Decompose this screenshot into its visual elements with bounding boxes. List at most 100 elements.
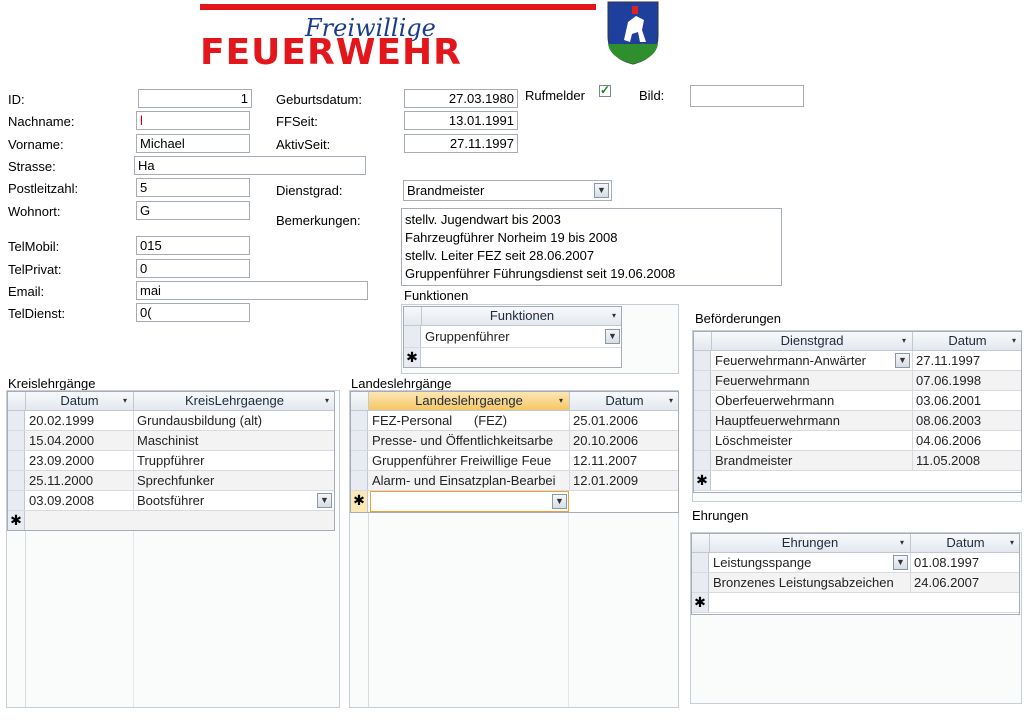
row-selector[interactable]: [8, 451, 25, 470]
datum-cell[interactable]: 25.01.2006: [570, 411, 678, 430]
kreis-header-lehrgang[interactable]: KreisLehrgaenge ▾: [134, 392, 334, 411]
select-all-corner[interactable]: [404, 307, 422, 326]
chevron-down-icon[interactable]: ▼: [895, 353, 910, 368]
datum-cell[interactable]: 23.09.2000: [26, 451, 134, 470]
sort-icon[interactable]: ▾: [902, 332, 906, 350]
funktionen-grid[interactable]: Funktionen ▾ Gruppenführer ▼ ✱: [403, 306, 622, 368]
ffseit-field[interactable]: 13.01.1991: [404, 111, 518, 130]
sort-icon[interactable]: ▾: [325, 392, 329, 410]
row-selector[interactable]: [8, 431, 25, 450]
dienstgrad-cell[interactable]: Hauptfeuerwehrmann: [712, 411, 913, 430]
row-selector[interactable]: [351, 411, 368, 430]
dienstgrad-cell[interactable]: Brandmeister: [712, 451, 913, 470]
telmobil-field[interactable]: 015: [136, 236, 250, 255]
dienstgrad-cell[interactable]: Feuerwehrmann-Anwärter: [712, 351, 913, 370]
funktionen-column-header[interactable]: Funktionen ▾: [422, 307, 621, 326]
ehrung-cell[interactable]: Bronzenes Leistungsabzeichen: [710, 573, 911, 592]
select-all-corner[interactable]: [692, 534, 710, 553]
datum-cell[interactable]: 03.09.2008: [26, 491, 134, 510]
lehrgang-cell[interactable]: Bootsführer: [134, 491, 334, 510]
table-row[interactable]: 25.11.2000 Sprechfunker: [8, 471, 334, 491]
sort-icon[interactable]: ▾: [669, 392, 673, 410]
select-all-corner[interactable]: [694, 332, 712, 351]
table-row[interactable]: Gruppenführer ▼: [404, 326, 621, 348]
new-lehrgang-input[interactable]: [370, 491, 569, 512]
datum-cell[interactable]: 25.11.2000: [26, 471, 134, 490]
row-selector[interactable]: [694, 391, 711, 410]
table-row[interactable]: 03.09.2008 Bootsführer ▼: [8, 491, 334, 511]
row-selector[interactable]: [351, 451, 368, 470]
datum-cell[interactable]: 03.06.2001: [913, 391, 1021, 410]
befoerderungen-grid[interactable]: Dienstgrad ▾ Datum ▾ Feuerwehrmann-Anwärte…: [693, 331, 1022, 493]
table-row[interactable]: Brandmeister 11.05.2008: [694, 451, 1021, 471]
row-selector[interactable]: [8, 471, 25, 490]
table-row[interactable]: Leistungsspange ▼ 01.08.1997: [692, 553, 1019, 573]
landes-header-datum[interactable]: Datum ▾: [570, 392, 678, 411]
row-selector[interactable]: [694, 431, 711, 450]
row-selector[interactable]: [351, 431, 368, 450]
dienstgrad-combo[interactable]: Brandmeister ▼: [403, 180, 612, 201]
datum-cell[interactable]: 27.11.1997: [913, 351, 1021, 370]
new-row[interactable]: ✱: [404, 348, 621, 367]
chevron-down-icon[interactable]: ▼: [552, 494, 567, 509]
table-row[interactable]: 20.02.1999 Grundausbildung (alt): [8, 411, 334, 431]
dienstgrad-cell[interactable]: Oberfeuerwehrmann: [712, 391, 913, 410]
table-row[interactable]: Feuerwehrmann 07.06.1998: [694, 371, 1021, 391]
datum-cell[interactable]: 15.04.2000: [26, 431, 134, 450]
lehrgang-cell[interactable]: Alarm- und Einsatzplan-Bearbei: [369, 471, 570, 490]
kreis-header-datum[interactable]: Datum ▾: [26, 392, 134, 411]
new-row[interactable]: ✱: [694, 471, 1021, 491]
wohnort-field[interactable]: G: [136, 201, 250, 220]
new-row[interactable]: ✱: [8, 511, 334, 530]
ehrungen-grid[interactable]: Ehrungen ▾ Datum ▾ Leistungsspange ▼ 01.08…: [691, 533, 1020, 615]
aktivseit-field[interactable]: 27.11.1997: [404, 134, 518, 153]
ehrung-cell[interactable]: Leistungsspange: [710, 553, 911, 572]
strasse-field[interactable]: Ha: [134, 156, 366, 175]
bemerkungen-field[interactable]: stellv. Jugendwart bis 2003 Fahrzeugführ…: [401, 208, 782, 286]
datum-cell[interactable]: 04.06.2006: [913, 431, 1021, 450]
nachname-field[interactable]: l: [136, 111, 250, 130]
datum-cell[interactable]: 07.06.1998: [913, 371, 1021, 390]
table-row[interactable]: Löschmeister 04.06.2006: [694, 431, 1021, 451]
datum-cell[interactable]: 08.06.2003: [913, 411, 1021, 430]
datum-cell[interactable]: 12.01.2009: [570, 471, 678, 490]
befoerderungen-header-dienstgrad[interactable]: Dienstgrad ▾: [712, 332, 913, 351]
new-record-icon[interactable]: ✱: [404, 348, 421, 367]
table-row[interactable]: Gruppenführer Freiwillige Feue 12.11.200…: [351, 451, 678, 471]
telprivat-field[interactable]: 0: [136, 259, 250, 278]
new-record-icon[interactable]: ✱: [8, 511, 25, 530]
select-all-corner[interactable]: [351, 392, 369, 411]
datum-cell[interactable]: 20.02.1999: [26, 411, 134, 430]
lehrgang-cell[interactable]: Presse- und Öffentlichkeitsarbe: [369, 431, 570, 450]
new-row[interactable]: ✱: [692, 593, 1019, 613]
befoerderungen-header-datum[interactable]: Datum ▾: [913, 332, 1021, 351]
sort-icon[interactable]: ▾: [1012, 332, 1016, 350]
row-selector[interactable]: [694, 411, 711, 430]
table-row[interactable]: Oberfeuerwehrmann 03.06.2001: [694, 391, 1021, 411]
rufmelder-checkbox[interactable]: ✓: [599, 83, 611, 97]
id-field[interactable]: 1: [138, 89, 252, 108]
chevron-down-icon[interactable]: ▼: [594, 183, 609, 198]
plz-field[interactable]: 5: [136, 178, 250, 197]
select-all-corner[interactable]: [8, 392, 26, 411]
datum-cell[interactable]: 01.08.1997: [911, 553, 1019, 572]
sort-icon[interactable]: ▾: [612, 307, 616, 325]
chevron-down-icon[interactable]: ▼: [893, 555, 908, 570]
table-row[interactable]: FEZ-Personal (FEZ) 25.01.2006: [351, 411, 678, 431]
datum-cell[interactable]: 12.11.2007: [570, 451, 678, 470]
datum-cell[interactable]: 24.06.2007: [911, 573, 1019, 592]
new-record-icon[interactable]: ✱: [692, 593, 709, 612]
row-selector[interactable]: [404, 326, 421, 347]
table-row[interactable]: Bronzenes Leistungsabzeichen 24.06.2007: [692, 573, 1019, 593]
table-row[interactable]: Presse- und Öffentlichkeitsarbe 20.10.20…: [351, 431, 678, 451]
chevron-down-icon[interactable]: ▼: [605, 329, 620, 344]
row-selector[interactable]: [692, 553, 709, 572]
row-selector[interactable]: [8, 411, 25, 430]
table-row[interactable]: Feuerwehrmann-Anwärter ▼ 27.11.1997: [694, 351, 1021, 371]
funktion-cell[interactable]: Gruppenführer: [422, 326, 621, 347]
lehrgang-cell[interactable]: Gruppenführer Freiwillige Feue: [369, 451, 570, 470]
lehrgang-cell[interactable]: Sprechfunker: [134, 471, 334, 490]
landes-grid[interactable]: Landeslehrgaenge ▾ Datum ▾ FEZ-Personal (F…: [350, 391, 679, 513]
lehrgang-cell[interactable]: FEZ-Personal (FEZ): [369, 411, 570, 430]
email-field[interactable]: mai: [136, 281, 368, 300]
